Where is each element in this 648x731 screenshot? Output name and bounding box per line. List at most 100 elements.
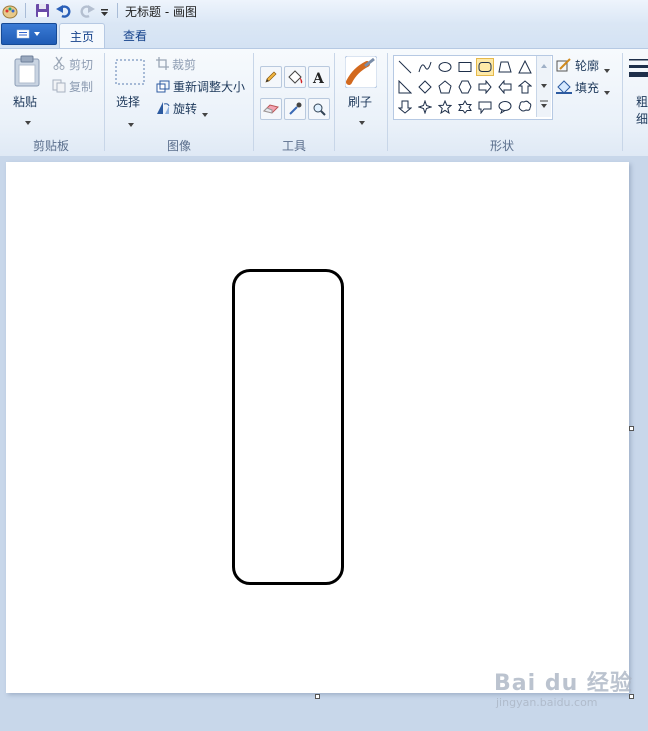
shape-four-point-star[interactable] xyxy=(416,98,434,116)
rotate-dropdown-icon[interactable] xyxy=(202,106,208,120)
down-arrow-icon xyxy=(398,100,412,114)
toolbar-separator xyxy=(25,3,26,18)
shape-pentagon[interactable] xyxy=(436,78,454,96)
shape-five-point-star[interactable] xyxy=(436,98,454,116)
shape-rectangle[interactable] xyxy=(456,58,474,76)
crop-button[interactable]: 裁剪 xyxy=(172,56,196,73)
tab-view[interactable]: 查看 xyxy=(113,23,157,47)
paste-button[interactable]: 粘贴 xyxy=(13,93,37,110)
rotate-button[interactable]: 旋转 xyxy=(173,100,197,117)
shape-rect-callout[interactable] xyxy=(476,98,494,116)
tab-home-label: 主页 xyxy=(70,30,95,44)
brushes-dropdown-icon[interactable] xyxy=(359,114,365,128)
shape-hexagon[interactable] xyxy=(456,78,474,96)
text-tool[interactable]: A xyxy=(308,66,330,88)
paint-app-icon[interactable] xyxy=(2,3,18,22)
shapes-gallery-scrollbar[interactable] xyxy=(536,56,551,117)
svg-text:A: A xyxy=(312,71,325,84)
shape-polygon[interactable] xyxy=(496,58,514,76)
group-separator xyxy=(104,53,105,151)
select-button[interactable]: 选择 xyxy=(116,93,140,110)
shape-down-arrow[interactable] xyxy=(396,98,414,116)
canvas-workspace xyxy=(0,156,648,731)
group-separator xyxy=(387,53,388,151)
size-label-top[interactable]: 粗 xyxy=(636,93,648,110)
rounded-rectangle-icon xyxy=(478,62,492,72)
shape-up-arrow[interactable] xyxy=(516,78,534,96)
rounded-rectangle-shape[interactable] xyxy=(232,269,344,585)
text-a-icon: A xyxy=(312,71,325,84)
image-group-label: 图像 xyxy=(167,139,192,153)
shape-oval-callout[interactable] xyxy=(496,98,514,116)
watermark-logo: Bai du 经验 xyxy=(494,671,633,696)
rotate-icon[interactable] xyxy=(156,101,171,118)
up-arrow-icon xyxy=(518,80,532,94)
pentagon-icon xyxy=(438,80,452,94)
outline-button[interactable]: 轮廓 xyxy=(575,57,599,74)
fill-tool[interactable] xyxy=(284,66,306,88)
resize-handle-right[interactable] xyxy=(629,426,634,431)
shape-rounded-rectangle[interactable] xyxy=(476,58,494,76)
fill-dropdown-icon[interactable] xyxy=(604,84,610,98)
resize-icon[interactable] xyxy=(156,80,170,96)
paint-menu-button[interactable] xyxy=(1,23,57,45)
size-label-bottom[interactable]: 细 xyxy=(636,110,648,127)
cloud-callout-icon xyxy=(518,100,532,112)
shape-left-arrow[interactable] xyxy=(496,78,514,96)
fill-icon[interactable] xyxy=(556,80,572,97)
pencil-tool[interactable] xyxy=(260,66,282,88)
outline-icon[interactable] xyxy=(556,58,572,75)
brush-icon[interactable] xyxy=(344,55,378,91)
shape-six-point-star[interactable] xyxy=(456,98,474,116)
tab-home[interactable]: 主页 xyxy=(59,23,106,49)
shape-cloud-callout[interactable] xyxy=(516,98,534,116)
resize-button[interactable]: 重新调整大小 xyxy=(173,78,245,95)
shape-right-arrow[interactable] xyxy=(476,78,494,96)
window-title: 无标题 - 画图 xyxy=(125,5,197,19)
shape-diamond[interactable] xyxy=(416,78,434,96)
right-triangle-icon xyxy=(398,80,412,94)
line-thickness-icon[interactable] xyxy=(629,57,648,84)
five-point-star-icon xyxy=(438,100,452,114)
eyedropper-icon xyxy=(289,102,302,115)
rectangular-callout-icon xyxy=(478,101,492,114)
paste-dropdown-icon[interactable] xyxy=(25,114,31,128)
gallery-scroll-arrows-icon xyxy=(540,64,548,108)
shape-curve[interactable] xyxy=(416,58,434,76)
toolbar-separator xyxy=(117,3,118,18)
select-icon[interactable] xyxy=(115,59,145,88)
oval-callout-icon xyxy=(498,101,512,114)
color-picker-tool[interactable] xyxy=(284,98,306,120)
shape-right-triangle[interactable] xyxy=(396,78,414,96)
brushes-button[interactable]: 刷子 xyxy=(348,93,372,110)
outline-dropdown-icon[interactable] xyxy=(604,62,610,76)
rectangle-icon xyxy=(458,62,472,72)
clipboard-group-label: 剪贴板 xyxy=(33,139,70,153)
eraser-tool[interactable] xyxy=(260,98,282,120)
cut-button[interactable]: 剪切 xyxy=(69,56,93,73)
hexagon-icon xyxy=(458,80,472,94)
oval-icon xyxy=(438,62,452,72)
magnifier-icon xyxy=(313,103,326,116)
select-dropdown-icon[interactable] xyxy=(128,116,134,130)
shape-line[interactable] xyxy=(396,58,414,76)
save-icon[interactable] xyxy=(35,3,50,21)
customize-toolbar-icon[interactable] xyxy=(100,7,109,21)
pencil-icon xyxy=(265,71,277,83)
copy-button[interactable]: 复制 xyxy=(69,78,93,95)
ribbon: 粘贴 剪切 复制 剪贴板 选择 裁剪 重新调整大小 旋转 图像 A 工具 刷子 … xyxy=(0,48,648,157)
undo-icon[interactable] xyxy=(56,3,72,21)
left-arrow-icon xyxy=(498,80,512,94)
shape-oval[interactable] xyxy=(436,58,454,76)
redo-icon[interactable] xyxy=(79,3,95,21)
baidu-watermark: Bai du 经验 jingyan.baidu.com xyxy=(494,672,633,710)
resize-handle-bottom[interactable] xyxy=(315,694,320,699)
ribbon-tab-row: 主页 查看 xyxy=(0,22,648,49)
tools-group-label: 工具 xyxy=(282,139,307,153)
fill-button[interactable]: 填充 xyxy=(575,79,599,96)
drawing-canvas[interactable] xyxy=(6,162,629,693)
line-icon xyxy=(398,60,412,74)
shape-triangle[interactable] xyxy=(516,58,534,76)
magnifier-tool[interactable] xyxy=(308,98,330,120)
paste-icon[interactable] xyxy=(13,55,41,90)
